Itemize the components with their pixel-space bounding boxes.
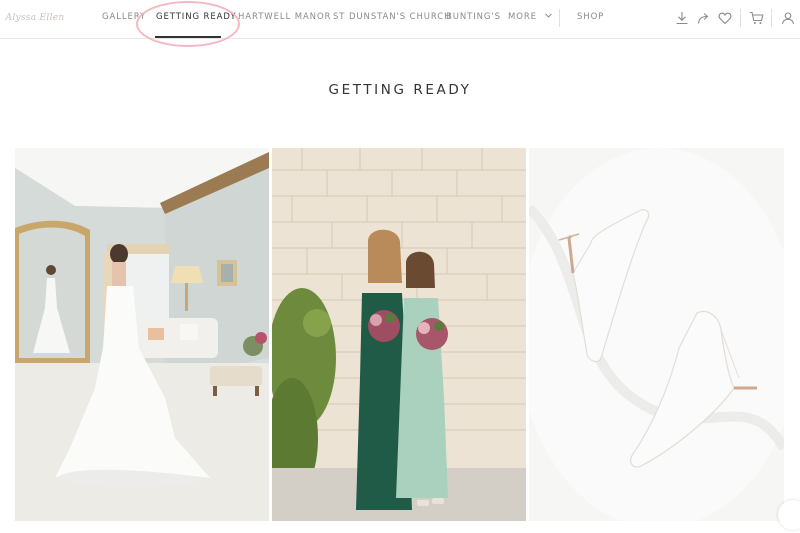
photo-bride-mirror[interactable] [15, 148, 269, 521]
download-icon [676, 12, 688, 25]
nav-more[interactable]: MORE [508, 12, 552, 22]
site-header: Alyssa Ellen GALLERY GETTING READY HARTW… [0, 0, 800, 47]
toolbar-divider [740, 9, 741, 27]
share-icon [697, 13, 709, 24]
bridesmaids-photo-image [272, 148, 526, 521]
nav-gallery[interactable]: GALLERY [102, 12, 146, 22]
cart-button[interactable] [747, 9, 765, 27]
chevron-down-icon [544, 13, 552, 18]
brand-logo[interactable]: Alyssa Ellen [5, 5, 65, 31]
download-button[interactable] [673, 9, 691, 27]
toolbar-divider-2 [771, 9, 772, 27]
nav-getting-ready[interactable]: GETTING READY [156, 12, 236, 22]
nav-shop[interactable]: SHOP [577, 12, 604, 22]
bride-photo-image [15, 148, 269, 521]
nav-hartwell-manor[interactable]: HARTWELL MANOR [238, 12, 331, 22]
active-nav-underline [155, 36, 221, 38]
nav-more-label: MORE [508, 12, 537, 22]
user-icon [781, 12, 795, 25]
nav-st-dunstans-church[interactable]: ST DUNSTAN'S CHURCH [333, 12, 451, 22]
cart-icon [749, 11, 763, 24]
nav-divider [559, 9, 560, 27]
nav-buntings[interactable]: BUNTING'S [446, 12, 501, 22]
photo-bridal-shoes[interactable] [529, 148, 784, 521]
highlight-ring [136, 1, 240, 47]
share-button[interactable] [695, 9, 713, 27]
photo-bridesmaids[interactable] [272, 148, 526, 521]
favorite-button[interactable] [716, 9, 734, 27]
logo-text: Alyssa Ellen [5, 13, 65, 23]
account-button[interactable] [779, 9, 797, 27]
page-title: GETTING READY [328, 82, 472, 98]
shoes-photo-image [529, 148, 784, 521]
heart-icon [718, 12, 732, 25]
scroll-to-top-button[interactable] [778, 500, 800, 530]
